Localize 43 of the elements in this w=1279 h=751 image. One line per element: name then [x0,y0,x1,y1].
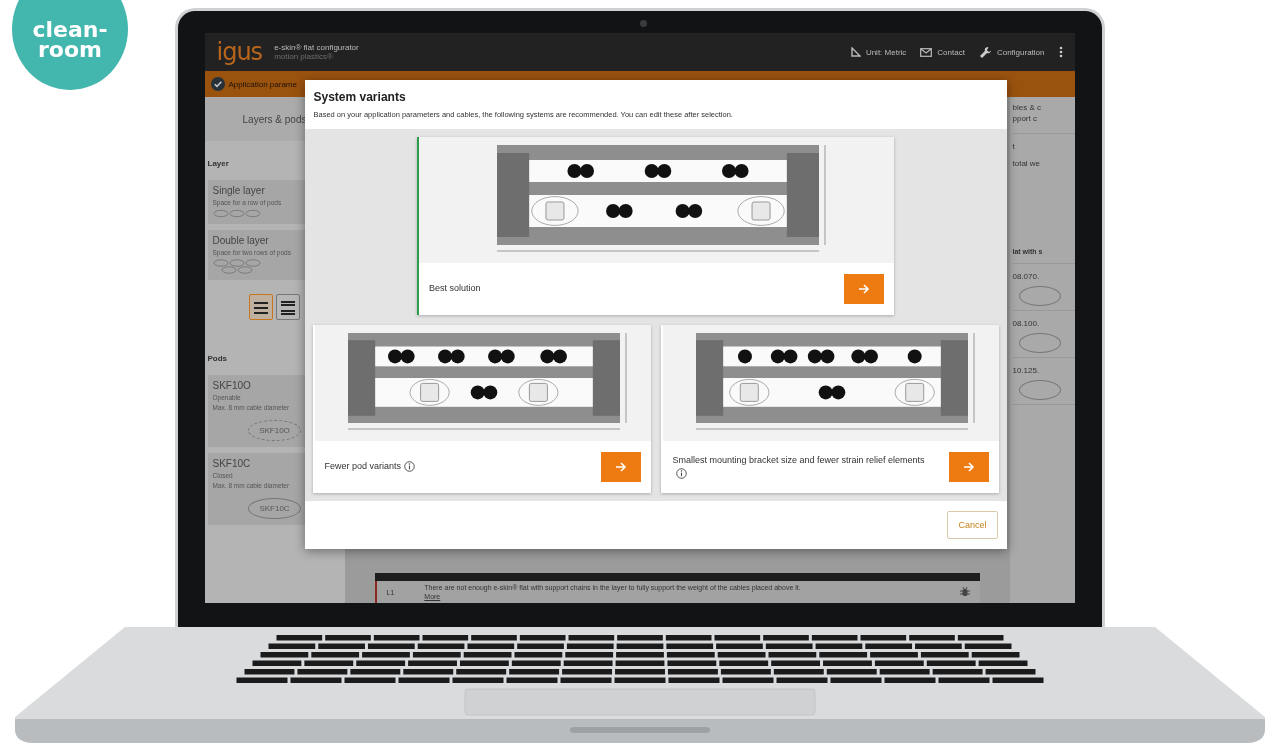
part-number: 08.100. [1012,319,1041,328]
pod-name: SKF10O [212,380,252,391]
part-number: 08.070. [1012,272,1041,281]
pod-slots-icon [212,259,261,274]
logo: igus [216,38,263,66]
panel-text: total we [1012,158,1042,170]
panel-text: t [1012,141,1016,151]
view-toggle[interactable] [249,294,273,320]
variant-card[interactable]: Fewer pod variants [312,325,651,493]
arrow-right-icon [858,284,870,294]
toolbar-button[interactable]: Configuration [978,45,1045,59]
info-icon[interactable] [404,461,416,473]
more-menu-icon[interactable] [1058,46,1063,58]
step-label[interactable]: Application parame [228,79,297,89]
toolbar-button[interactable]: Contact [920,47,965,57]
panel-heading: pport c [1012,114,1038,123]
arrow-right-icon [614,462,627,472]
info-icon[interactable] [675,468,687,480]
variant-card[interactable]: Best solution [417,137,894,315]
section-heading: Layer [206,158,230,170]
panel-heading: bles & c [1012,103,1042,112]
select-button[interactable] [948,452,989,482]
ruler-icon [850,47,861,57]
wrench-icon [978,45,992,59]
section-heading: Pods [206,353,229,365]
badge-label: clean- room [12,0,128,90]
camera-icon [639,20,647,27]
pod-slots-icon [212,209,261,218]
app-subtitle: motion plastics® [274,52,334,61]
variant-label: Best solution [429,282,482,296]
bug-icon [959,587,970,597]
part-number: 10.125. [1012,366,1041,375]
arrow-right-icon [962,462,975,472]
select-button[interactable] [600,452,641,482]
view-toggle[interactable] [276,294,300,320]
variant-card[interactable]: Smallest mounting bracket size and fewer strain relief elements [660,325,999,493]
variant-label: Smallest mounting bracket size and fewer strain relief elements [672,453,939,481]
layer-title: Single layer [212,185,266,196]
cancel-button[interactable]: Cancel [947,511,998,539]
app-title: e-skin® flat configurator [274,43,359,52]
layer-title: Double layer [212,235,270,246]
toolbar-button[interactable]: Unit: Metric [850,47,907,57]
mail-icon [920,47,933,57]
